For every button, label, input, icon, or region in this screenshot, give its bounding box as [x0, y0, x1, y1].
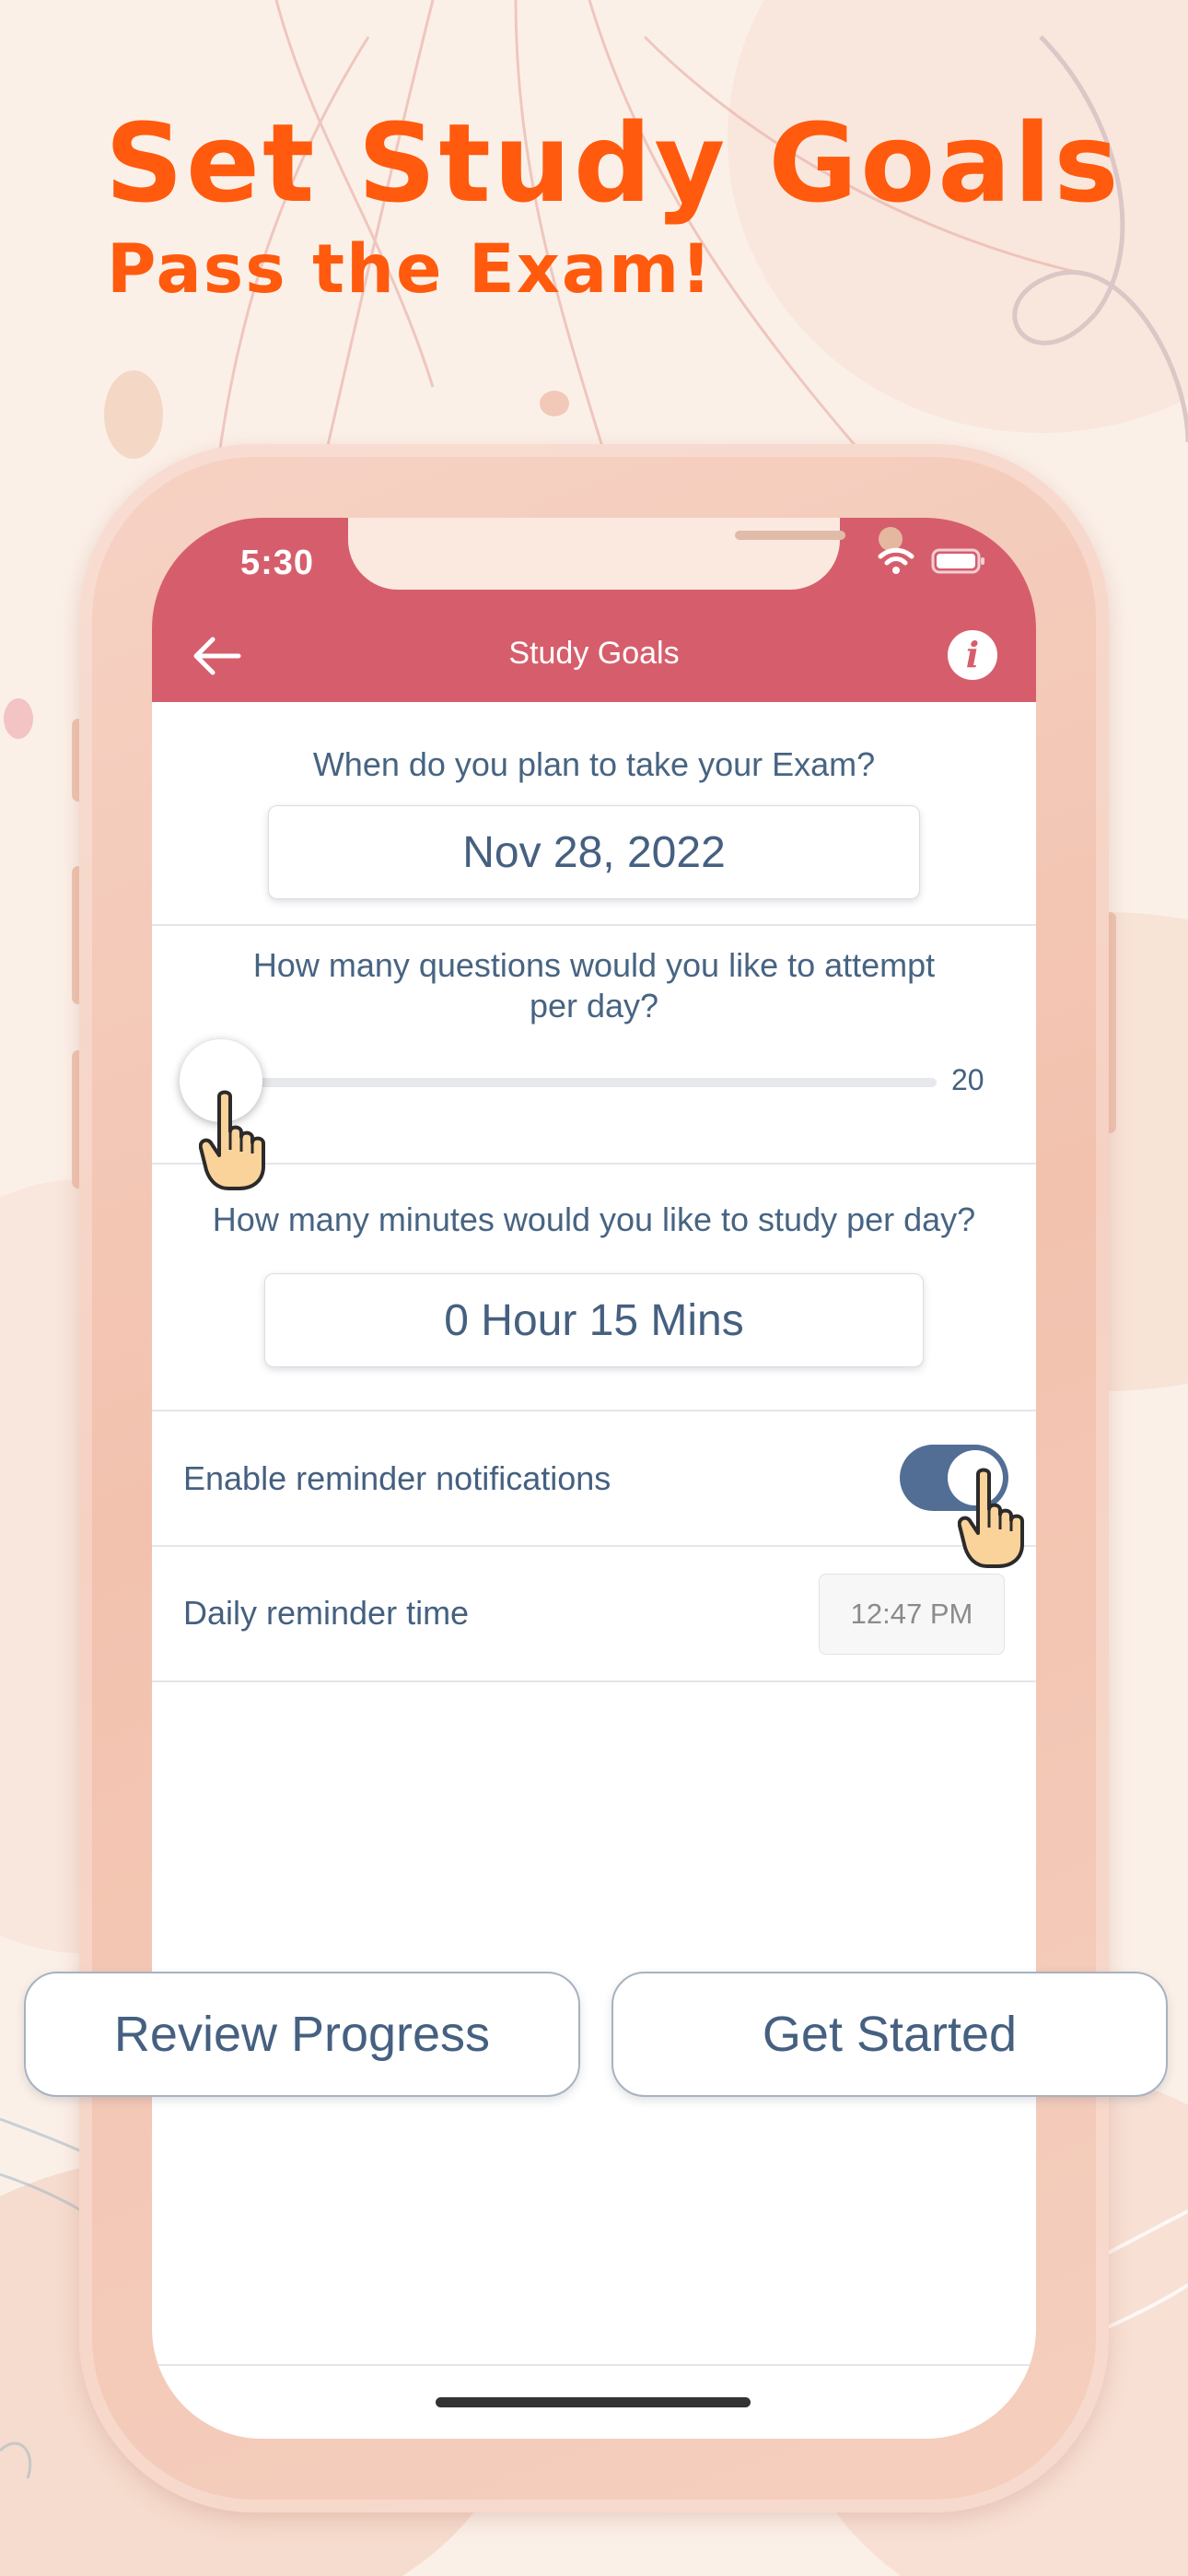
questions-slider-value: 20: [951, 1063, 984, 1096]
pointing-hand-icon: [958, 1468, 1024, 1568]
exam-date-field[interactable]: Nov 28, 2022: [268, 805, 920, 899]
promo-headline: Set Study Goals: [105, 100, 1122, 227]
phone-notch: [348, 518, 903, 590]
section-divider: [152, 1680, 1036, 1682]
info-icon: i: [965, 634, 980, 675]
bottom-divider: [152, 2364, 1036, 2366]
questions-per-day-label: How many questions would you like to att…: [252, 946, 936, 1025]
app-screen: 5:30 Study Goals i When do you plan to t…: [152, 518, 1036, 2439]
review-progress-button[interactable]: Review Progress: [24, 1972, 580, 2097]
section-divider: [152, 924, 1036, 926]
wifi-icon: [878, 547, 914, 574]
section-divider: [152, 1410, 1036, 1411]
minutes-per-day-label: How many minutes would you like to study…: [212, 1200, 976, 1238]
navigation-bar: 5:30 Study Goals i: [152, 518, 1036, 702]
study-minutes-field[interactable]: 0 Hour 15 Mins: [264, 1273, 924, 1367]
home-indicator: [436, 2397, 751, 2407]
promo-subheadline: Pass the Exam!: [107, 230, 714, 309]
info-button[interactable]: i: [948, 630, 997, 680]
questions-slider-track[interactable]: [218, 1078, 937, 1087]
status-time: 5:30: [240, 544, 315, 582]
section-divider: [152, 1163, 1036, 1165]
pointing-hand-icon: [199, 1090, 265, 1190]
reminder-time-field[interactable]: 12:47 PM: [819, 1574, 1005, 1655]
reminder-toggle-label: Enable reminder notifications: [183, 1459, 611, 1497]
section-divider: [152, 1545, 1036, 1547]
battery-icon: [931, 548, 984, 574]
get-started-button[interactable]: Get Started: [611, 1972, 1168, 2097]
speaker-grille: [735, 531, 845, 540]
page-title: Study Goals: [508, 636, 680, 671]
status-icons: [878, 547, 986, 575]
exam-date-label: When do you plan to take your Exam?: [312, 745, 876, 783]
reminder-time-label: Daily reminder time: [183, 1594, 470, 1632]
